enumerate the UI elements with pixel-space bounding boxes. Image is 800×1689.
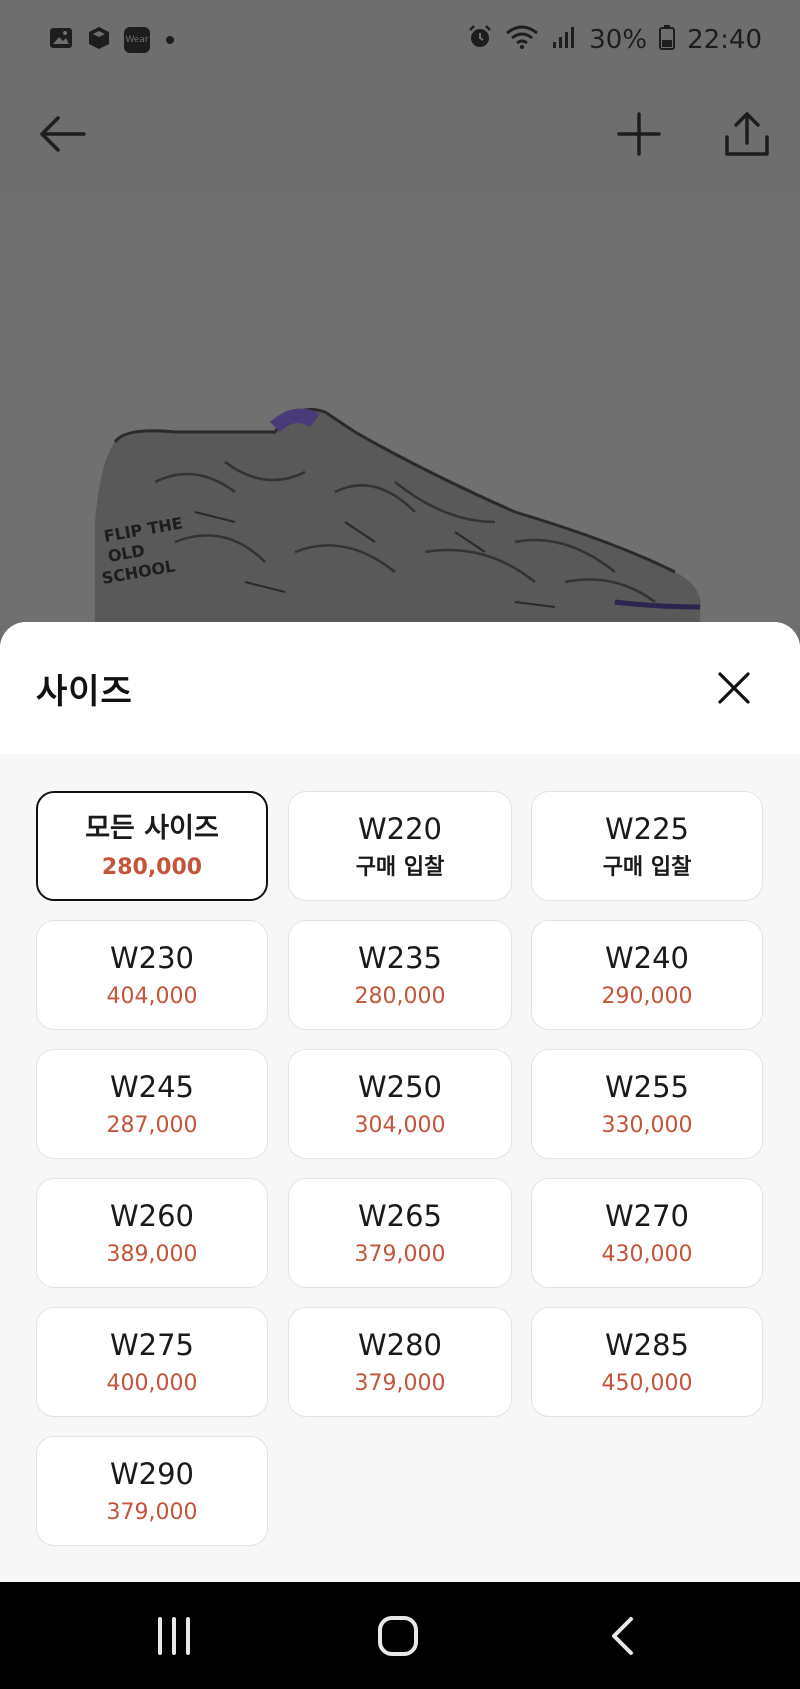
size-price: 450,000: [601, 1371, 693, 1396]
size-option-w285[interactable]: W285 450,000: [531, 1307, 763, 1417]
back-button[interactable]: [27, 98, 99, 170]
share-icon: [725, 112, 769, 156]
size-label: 모든 사이즈: [85, 813, 219, 844]
size-price: 280,000: [101, 855, 203, 880]
sheet-title: 사이즈: [36, 671, 133, 712]
size-price: 구매 입찰: [355, 855, 445, 880]
size-option-w225[interactable]: W225 구매 입찰: [531, 791, 763, 901]
size-label: W270: [604, 1199, 690, 1233]
signal-icon: [551, 24, 577, 57]
wifi-icon: [505, 24, 539, 57]
size-label: W255: [604, 1070, 690, 1104]
size-price: 330,000: [601, 1113, 693, 1138]
size-label: W220: [357, 812, 443, 846]
add-button[interactable]: [603, 98, 675, 170]
size-option-w255[interactable]: W255 330,000: [531, 1049, 763, 1159]
share-button[interactable]: [711, 98, 783, 170]
system-nav-bar: [0, 1582, 800, 1689]
size-option-w260[interactable]: W260 389,000: [36, 1178, 268, 1288]
size-option-w290[interactable]: W290 379,000: [36, 1436, 268, 1546]
recent-apps-icon: [158, 1617, 190, 1655]
sheet-header: 사이즈: [0, 622, 800, 754]
size-label: W280: [357, 1328, 443, 1362]
size-label: W290: [109, 1457, 195, 1491]
size-option-w270[interactable]: W270 430,000: [531, 1178, 763, 1288]
status-left: Wear: [48, 25, 174, 55]
size-price: 379,000: [354, 1242, 446, 1267]
sneaker-image: FLIP THE OLD SCHOOL: [95, 408, 701, 622]
size-label: W235: [357, 941, 443, 975]
size-label: W245: [109, 1070, 195, 1104]
size-option-all[interactable]: 모든 사이즈 280,000: [36, 791, 268, 901]
clock: 22:40: [687, 25, 762, 55]
size-price: 404,000: [106, 984, 198, 1009]
size-option-w240[interactable]: W240 290,000: [531, 920, 763, 1030]
status-bar: Wear 30% 22:40: [0, 0, 800, 80]
size-label: W240: [604, 941, 690, 975]
battery-icon: [659, 24, 676, 57]
close-button[interactable]: [704, 658, 764, 718]
back-arrow-icon: [40, 116, 86, 152]
alarm-icon: [467, 24, 493, 57]
dot-icon: [166, 36, 174, 44]
gallery-icon: [48, 25, 74, 55]
size-option-w265[interactable]: W265 379,000: [288, 1178, 512, 1288]
plus-icon: [617, 112, 661, 156]
box-icon: [86, 25, 112, 55]
top-app-bar: [0, 80, 800, 192]
size-label: W265: [357, 1199, 443, 1233]
wear-icon: Wear: [124, 27, 150, 53]
size-price: 400,000: [106, 1371, 198, 1396]
size-option-w235[interactable]: W235 280,000: [288, 920, 512, 1030]
back-icon: [612, 1617, 633, 1655]
size-price: 304,000: [354, 1113, 446, 1138]
size-option-w275[interactable]: W275 400,000: [36, 1307, 268, 1417]
size-price: 389,000: [106, 1242, 198, 1267]
home-button[interactable]: [358, 1604, 438, 1668]
size-bottom-sheet: 사이즈 모든 사이즈 280,000 W220 구매 입찰 W225 구매 입찰…: [0, 622, 800, 1582]
size-option-w250[interactable]: W250 304,000: [288, 1049, 512, 1159]
size-price: 287,000: [106, 1113, 198, 1138]
close-icon: [718, 672, 750, 704]
size-label: W225: [604, 812, 690, 846]
size-option-w280[interactable]: W280 379,000: [288, 1307, 512, 1417]
home-icon: [378, 1616, 418, 1656]
size-label: W260: [109, 1199, 195, 1233]
size-price: 430,000: [601, 1242, 693, 1267]
recent-apps-button[interactable]: [134, 1604, 214, 1668]
size-label: W250: [357, 1070, 443, 1104]
size-option-w245[interactable]: W245 287,000: [36, 1049, 268, 1159]
size-price: 구매 입찰: [602, 855, 692, 880]
size-label: W230: [109, 941, 195, 975]
system-back-button[interactable]: [582, 1604, 662, 1668]
size-label: W285: [604, 1328, 690, 1362]
size-price: 379,000: [354, 1371, 446, 1396]
size-label: W275: [109, 1328, 195, 1362]
size-price: 379,000: [106, 1500, 198, 1525]
size-option-w230[interactable]: W230 404,000: [36, 920, 268, 1030]
size-option-w220[interactable]: W220 구매 입찰: [288, 791, 512, 901]
battery-percent: 30%: [589, 25, 648, 55]
status-right: 30% 22:40: [467, 24, 762, 57]
size-price: 290,000: [601, 984, 693, 1009]
size-price: 280,000: [354, 984, 446, 1009]
product-image-area: FLIP THE OLD SCHOOL: [0, 192, 800, 622]
